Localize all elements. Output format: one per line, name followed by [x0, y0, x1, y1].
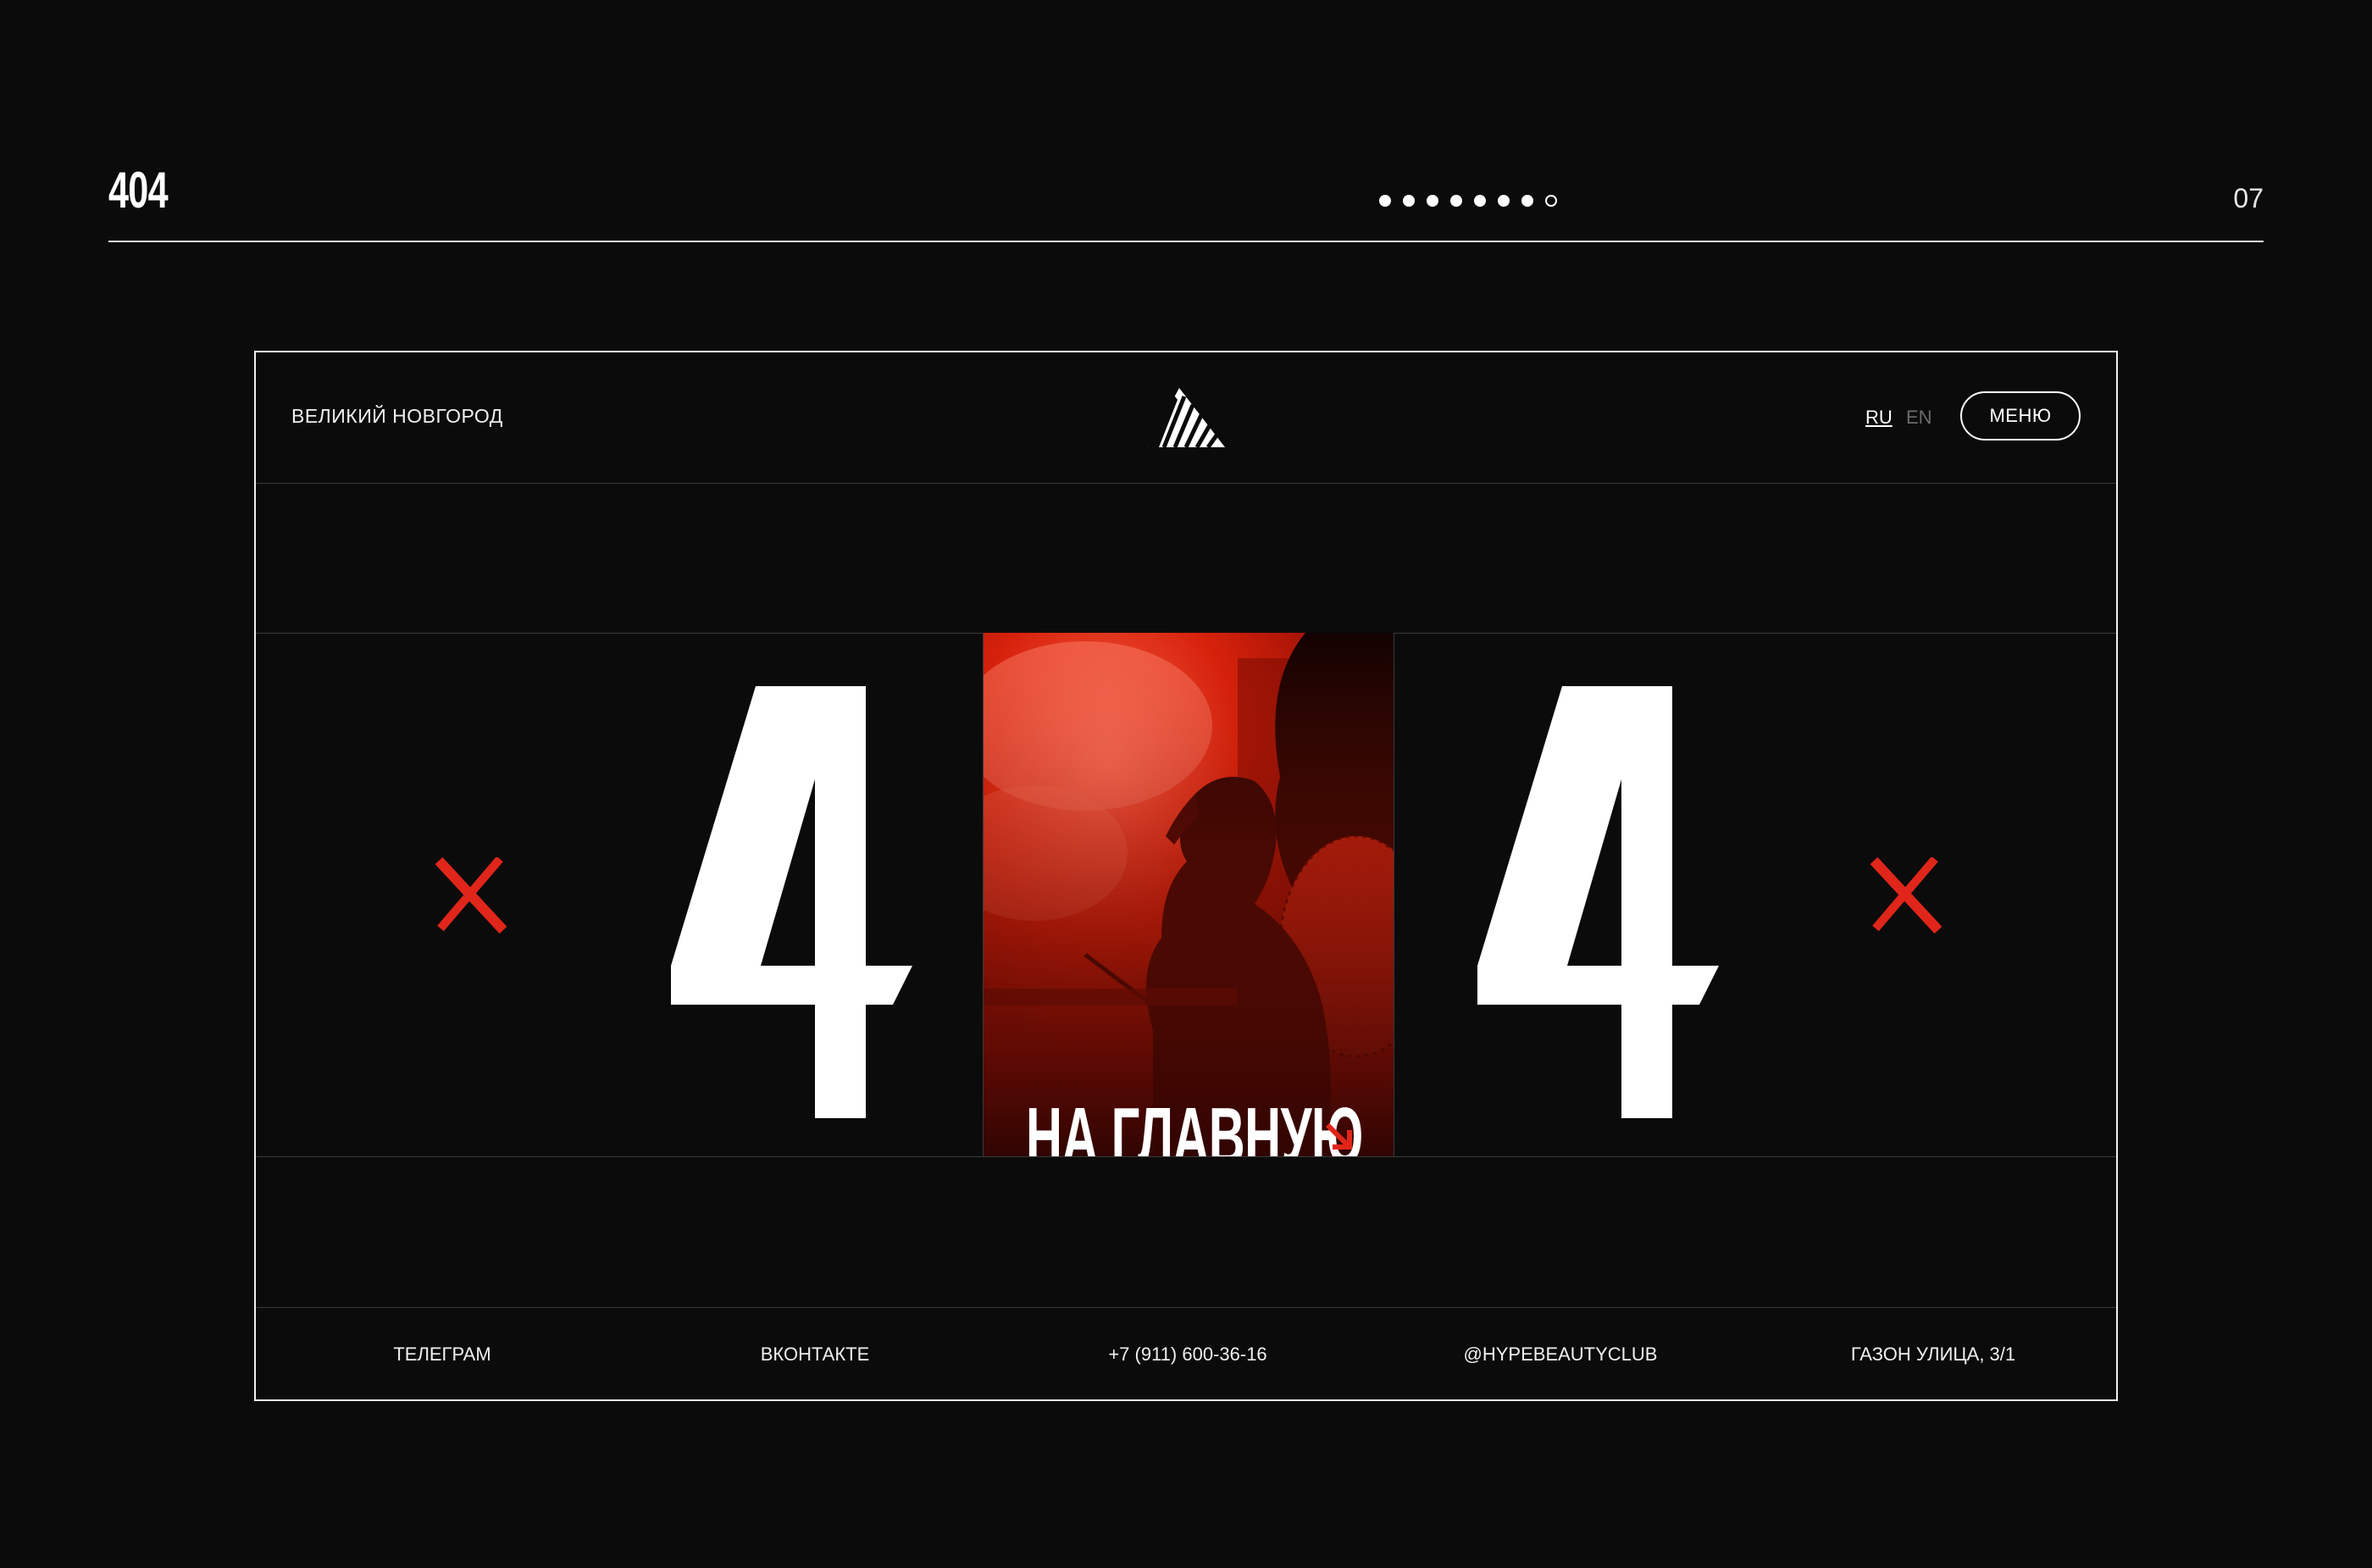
- pager-dot-current[interactable]: [1521, 195, 1533, 207]
- site-header: ВЕЛИКИЙ НОВГОРОД RU EN МЕНЮ: [256, 352, 2116, 484]
- pager-dot[interactable]: [1450, 195, 1462, 207]
- close-x-icon: [435, 857, 507, 934]
- error-digit-left-text: 4: [798, 939, 799, 941]
- error-digit-left: 4: [671, 686, 912, 1118]
- pager-dot[interactable]: [1379, 195, 1391, 207]
- footer-link-vkontakte[interactable]: ВКОНТАКТЕ: [761, 1344, 870, 1366]
- site-footer: ТЕЛЕГРАМ ВКОНТАКТЕ +7 (911) 600-36-16 @H…: [256, 1307, 2116, 1399]
- lang-ru-link[interactable]: RU: [1865, 407, 1893, 429]
- footer-link-phone[interactable]: +7 (911) 600-36-16: [1108, 1344, 1266, 1366]
- footer-link-instagram[interactable]: @HYPEBEAUTYCLUB: [1464, 1344, 1658, 1366]
- website-mockup: ВЕЛИКИЙ НОВГОРОД RU EN МЕНЮ 4 НА ГЛАВНУЮ…: [254, 351, 2118, 1401]
- slide-number: 07: [2233, 183, 2264, 213]
- home-link-card[interactable]: НА ГЛАВНУЮ: [983, 633, 1394, 1156]
- footer-link-telegram[interactable]: ТЕЛЕГРАМ: [393, 1344, 490, 1366]
- pager-dot[interactable]: [1403, 195, 1415, 207]
- pager-dot[interactable]: [1474, 195, 1486, 207]
- presentation-header: 404 07: [108, 152, 2264, 242]
- pager-dot[interactable]: [1427, 195, 1438, 207]
- error-digit-right-text: 4: [1604, 939, 1605, 941]
- pager-dot-empty[interactable]: [1545, 195, 1557, 207]
- footer-link-address[interactable]: ГАЗОН УЛИЦА, 3/1: [1851, 1344, 2015, 1366]
- close-x-icon: [1870, 857, 1942, 934]
- home-link-label[interactable]: НА ГЛАВНУЮ: [1026, 1090, 1363, 1156]
- error-digit-right: 4: [1477, 686, 1719, 1118]
- slide-title: 404: [108, 162, 169, 219]
- triangle-stripes-logo-icon[interactable]: [1147, 388, 1225, 447]
- hookah-photo: [984, 633, 1394, 1156]
- pager-dot[interactable]: [1498, 195, 1510, 207]
- slide-pager: [1379, 195, 1557, 207]
- city-label: ВЕЛИКИЙ НОВГОРОД: [291, 405, 503, 427]
- lang-en-link[interactable]: EN: [1906, 407, 1932, 429]
- divider: [256, 1156, 2116, 1157]
- arrow-down-right-icon: [1325, 1122, 1352, 1150]
- menu-button[interactable]: МЕНЮ: [1960, 391, 2081, 440]
